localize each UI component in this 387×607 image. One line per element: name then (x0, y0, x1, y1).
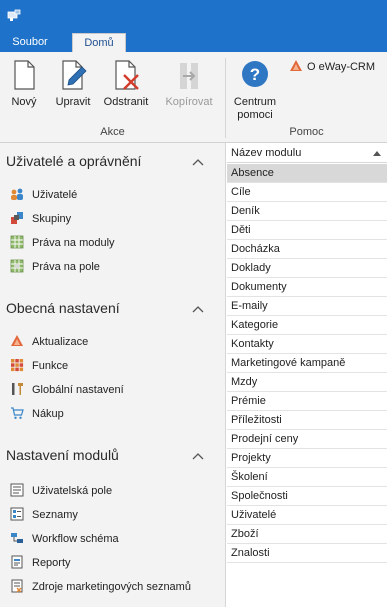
nav-item-label: Reporty (32, 557, 71, 569)
list-item[interactable]: Kategorie (227, 316, 387, 335)
tab-domu[interactable]: Domů (72, 33, 126, 52)
list-item[interactable]: Absence (227, 164, 387, 183)
nav-item-label: Funkce (32, 360, 69, 372)
new-button[interactable]: Nový (6, 56, 42, 120)
nav-item-label: Uživatelé (32, 189, 78, 201)
ribbon: Nový Upravit Odstranit Kopírovat ? Centr… (0, 52, 387, 143)
marketing-sources-icon (11, 579, 23, 593)
nav-item-lists[interactable]: Seznamy (10, 506, 78, 524)
nav-item-label: Aktualizace (32, 336, 89, 348)
ribbon-tabs: Soubor Domů (0, 31, 387, 52)
nav-item-label: Globální nastavení (32, 384, 124, 396)
nav-item-module-permissions[interactable]: Práva na moduly (10, 234, 115, 252)
list-item[interactable]: Děti (227, 221, 387, 240)
group-label-help: Pomoc (289, 126, 324, 138)
nav-item-custom-fields[interactable]: Uživatelská pole (10, 482, 112, 500)
tab-soubor[interactable]: Soubor (4, 33, 56, 52)
chevron-up-icon[interactable] (192, 157, 204, 167)
field-permissions-icon (10, 259, 24, 273)
list-item[interactable]: Příležitosti (227, 411, 387, 430)
custom-fields-icon (10, 483, 24, 497)
nav-item-field-permissions[interactable]: Práva na pole (10, 258, 100, 276)
list-item[interactable]: Uživatelé (227, 506, 387, 525)
nav-item-label: Uživatelská pole (32, 485, 113, 497)
list-item[interactable]: Marketingové kampaně (227, 354, 387, 373)
help-center-label-1: Centrum (233, 96, 277, 108)
features-icon (11, 359, 24, 372)
list-item[interactable]: Znalosti (227, 544, 387, 563)
module-permissions-icon (10, 235, 24, 249)
nav-item-label: Zdroje marketingových seznamů (32, 581, 191, 593)
nav-item-label: Skupiny (32, 213, 72, 225)
list-item[interactable]: Mzdy (227, 373, 387, 392)
nav-item-updates[interactable]: Aktualizace (10, 333, 88, 351)
section-title-users[interactable]: Uživatelé a oprávnění (6, 153, 141, 169)
nav-item-marketing-sources[interactable]: Zdroje marketingových seznamů (10, 578, 191, 596)
module-list: Název modulu Absence Cíle Deník Děti Doc… (227, 143, 387, 607)
settings-navigation: Uživatelé a oprávnění Uživatelé Skupiny … (0, 143, 226, 607)
tools-icon (12, 383, 23, 395)
copy-label: Kopírovat (165, 96, 213, 108)
nav-item-label: Práva na pole (32, 261, 100, 273)
list-item[interactable]: E-maily (227, 297, 387, 316)
column-header-module-name: Název modulu (231, 147, 302, 159)
list-item[interactable]: Doklady (227, 259, 387, 278)
list-item[interactable]: Zboží (227, 525, 387, 544)
app-icon (7, 9, 21, 21)
delete-document-icon (115, 60, 139, 90)
help-icon: ? (242, 61, 268, 87)
eway-logo-icon (290, 60, 302, 71)
list-item[interactable]: Cíle (227, 183, 387, 202)
about-eway-label: O eWay-CRM (307, 61, 376, 73)
nav-item-global-settings[interactable]: Globální nastavení (10, 381, 124, 399)
nav-item-label: Práva na moduly (32, 237, 115, 249)
list-item[interactable]: Školení (227, 468, 387, 487)
delete-label: Odstranit (103, 96, 149, 108)
nav-item-label: Nákup (32, 408, 64, 420)
list-item[interactable]: Dokumenty (227, 278, 387, 297)
svg-text:?: ? (250, 65, 260, 84)
new-label: Nový (11, 96, 37, 108)
list-item[interactable]: Kontakty (227, 335, 387, 354)
group-label-actions: Akce (100, 126, 125, 138)
lists-icon (10, 507, 24, 521)
help-center-button[interactable]: ? Centrum pomoci (231, 56, 279, 121)
list-item[interactable]: Projekty (227, 449, 387, 468)
reports-icon (11, 555, 23, 569)
list-item[interactable]: Prémie (227, 392, 387, 411)
groups-icon (11, 212, 23, 224)
workflow-icon (11, 533, 23, 543)
nav-item-purchase[interactable]: Nákup (10, 405, 64, 423)
chevron-up-icon[interactable] (192, 304, 204, 314)
delete-button[interactable]: Odstranit (102, 56, 150, 120)
cart-icon (11, 407, 24, 419)
copy-button[interactable]: Kopírovat (164, 56, 214, 120)
section-title-general[interactable]: Obecná nastavení (6, 300, 120, 316)
list-header[interactable]: Název modulu (227, 143, 387, 163)
update-icon (11, 335, 23, 346)
list-item[interactable]: Prodejní ceny (227, 430, 387, 449)
edit-button[interactable]: Upravit (52, 56, 94, 120)
nav-item-features[interactable]: Funkce (10, 357, 68, 375)
list-item[interactable]: Deník (227, 202, 387, 221)
section-title-modules[interactable]: Nastavení modulů (6, 447, 119, 463)
edit-label: Upravit (55, 96, 91, 108)
list-item[interactable]: Docházka (227, 240, 387, 259)
nav-item-workflow[interactable]: Workflow schéma (10, 530, 119, 548)
nav-item-label: Workflow schéma (32, 533, 119, 545)
copy-icon (180, 63, 198, 89)
new-document-icon (14, 60, 35, 90)
list-item[interactable]: Společnosti (227, 487, 387, 506)
sort-ascending-icon (373, 151, 381, 156)
nav-item-users[interactable]: Uživatelé (10, 186, 77, 204)
about-eway-button[interactable]: O eWay-CRM (289, 59, 375, 75)
chevron-up-icon[interactable] (192, 451, 204, 461)
nav-item-groups[interactable]: Skupiny (10, 210, 71, 228)
nav-item-reports[interactable]: Reporty (10, 554, 71, 572)
help-center-label-2: pomoci (237, 109, 273, 121)
nav-item-label: Seznamy (32, 509, 78, 521)
title-bar (0, 0, 387, 31)
users-icon (11, 188, 23, 200)
edit-document-icon (62, 60, 87, 90)
